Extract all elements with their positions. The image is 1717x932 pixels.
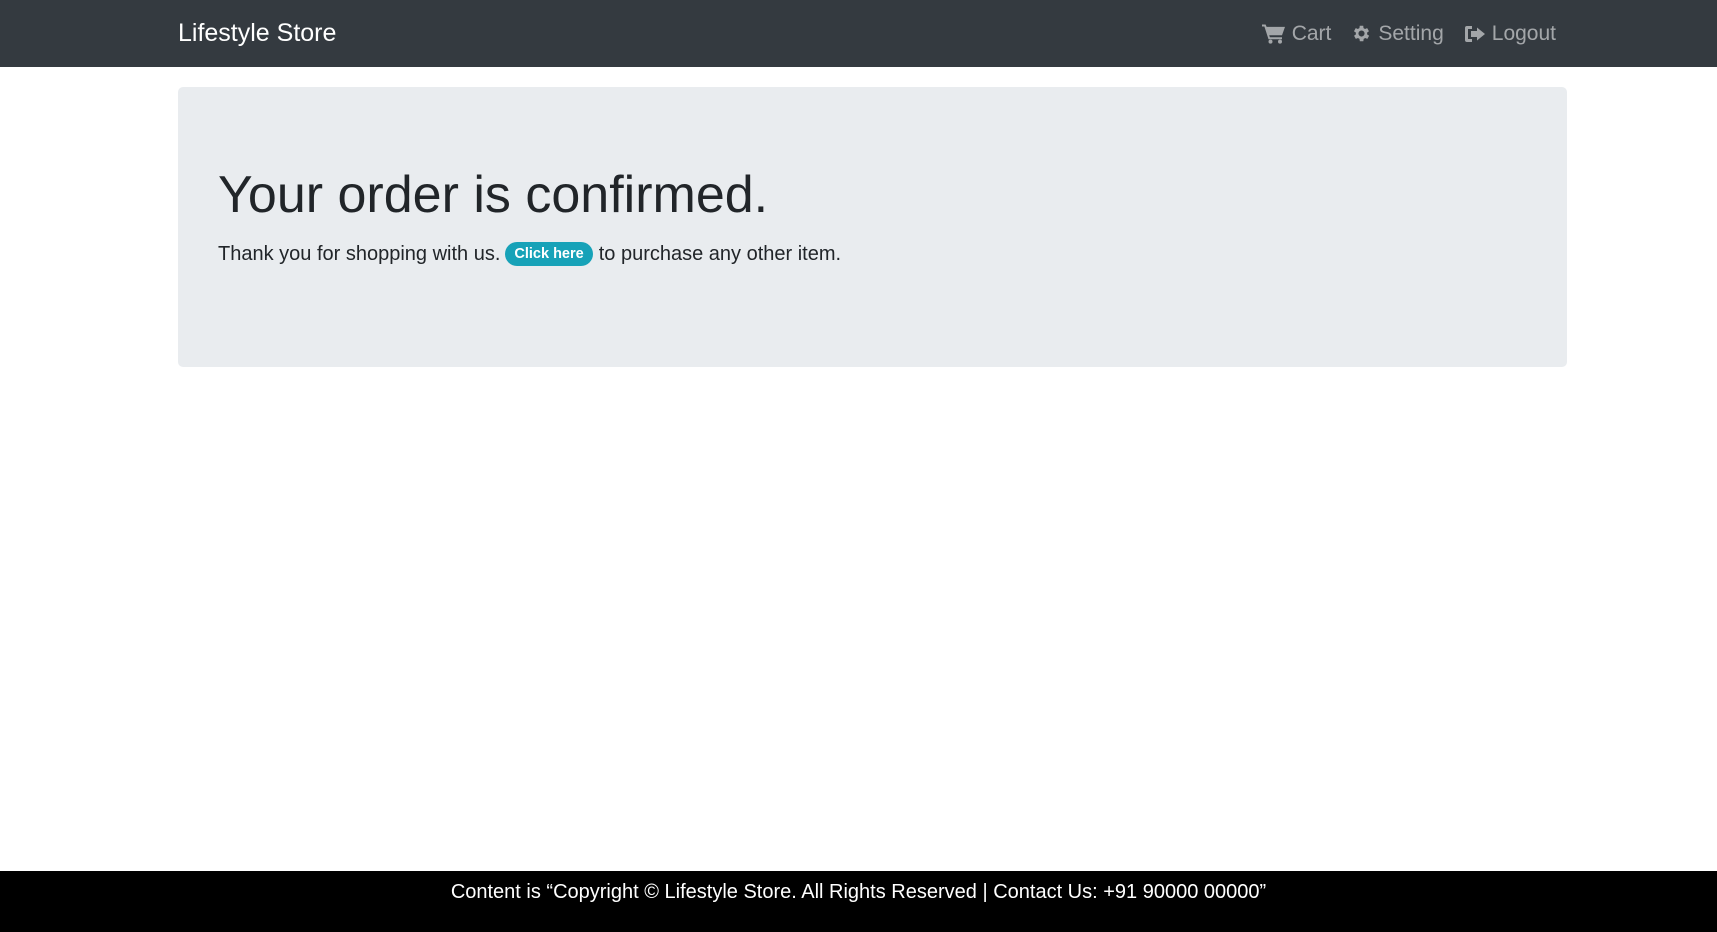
footer-text: Content is “Copyright © Lifestyle Store.… — [450, 881, 1267, 903]
page-footer: Content is “Copyright © Lifestyle Store.… — [0, 871, 1717, 932]
top-navbar: Lifestyle Store Cart Setting Logout — [0, 0, 1717, 67]
message-text-before: Thank you for shopping with us. — [218, 243, 501, 265]
sign-out-icon — [1464, 25, 1485, 42]
gear-icon — [1354, 25, 1370, 42]
nav-links: Cart Setting Logout — [1261, 0, 1556, 67]
nav-logout-link[interactable]: Logout — [1464, 22, 1556, 46]
nav-cart-link[interactable]: Cart — [1261, 21, 1332, 46]
confirmation-message: Thank you for shopping with us. Click he… — [218, 240, 841, 268]
brand-link[interactable]: Lifestyle Store — [178, 0, 336, 67]
continue-shopping-link[interactable]: Click here — [505, 241, 593, 267]
nav-setting-link[interactable]: Setting — [1351, 21, 1444, 46]
nav-cart-label: Cart — [1291, 21, 1332, 45]
order-confirmation-panel: Your order is confirmed. Thank you for s… — [178, 87, 1567, 367]
nav-setting-label: Setting — [1378, 21, 1444, 45]
message-text-after: to purchase any other item. — [598, 243, 842, 265]
nav-logout-label: Logout — [1491, 21, 1556, 45]
cart-icon — [1261, 24, 1285, 44]
confirmation-title: Your order is confirmed. — [218, 166, 769, 224]
